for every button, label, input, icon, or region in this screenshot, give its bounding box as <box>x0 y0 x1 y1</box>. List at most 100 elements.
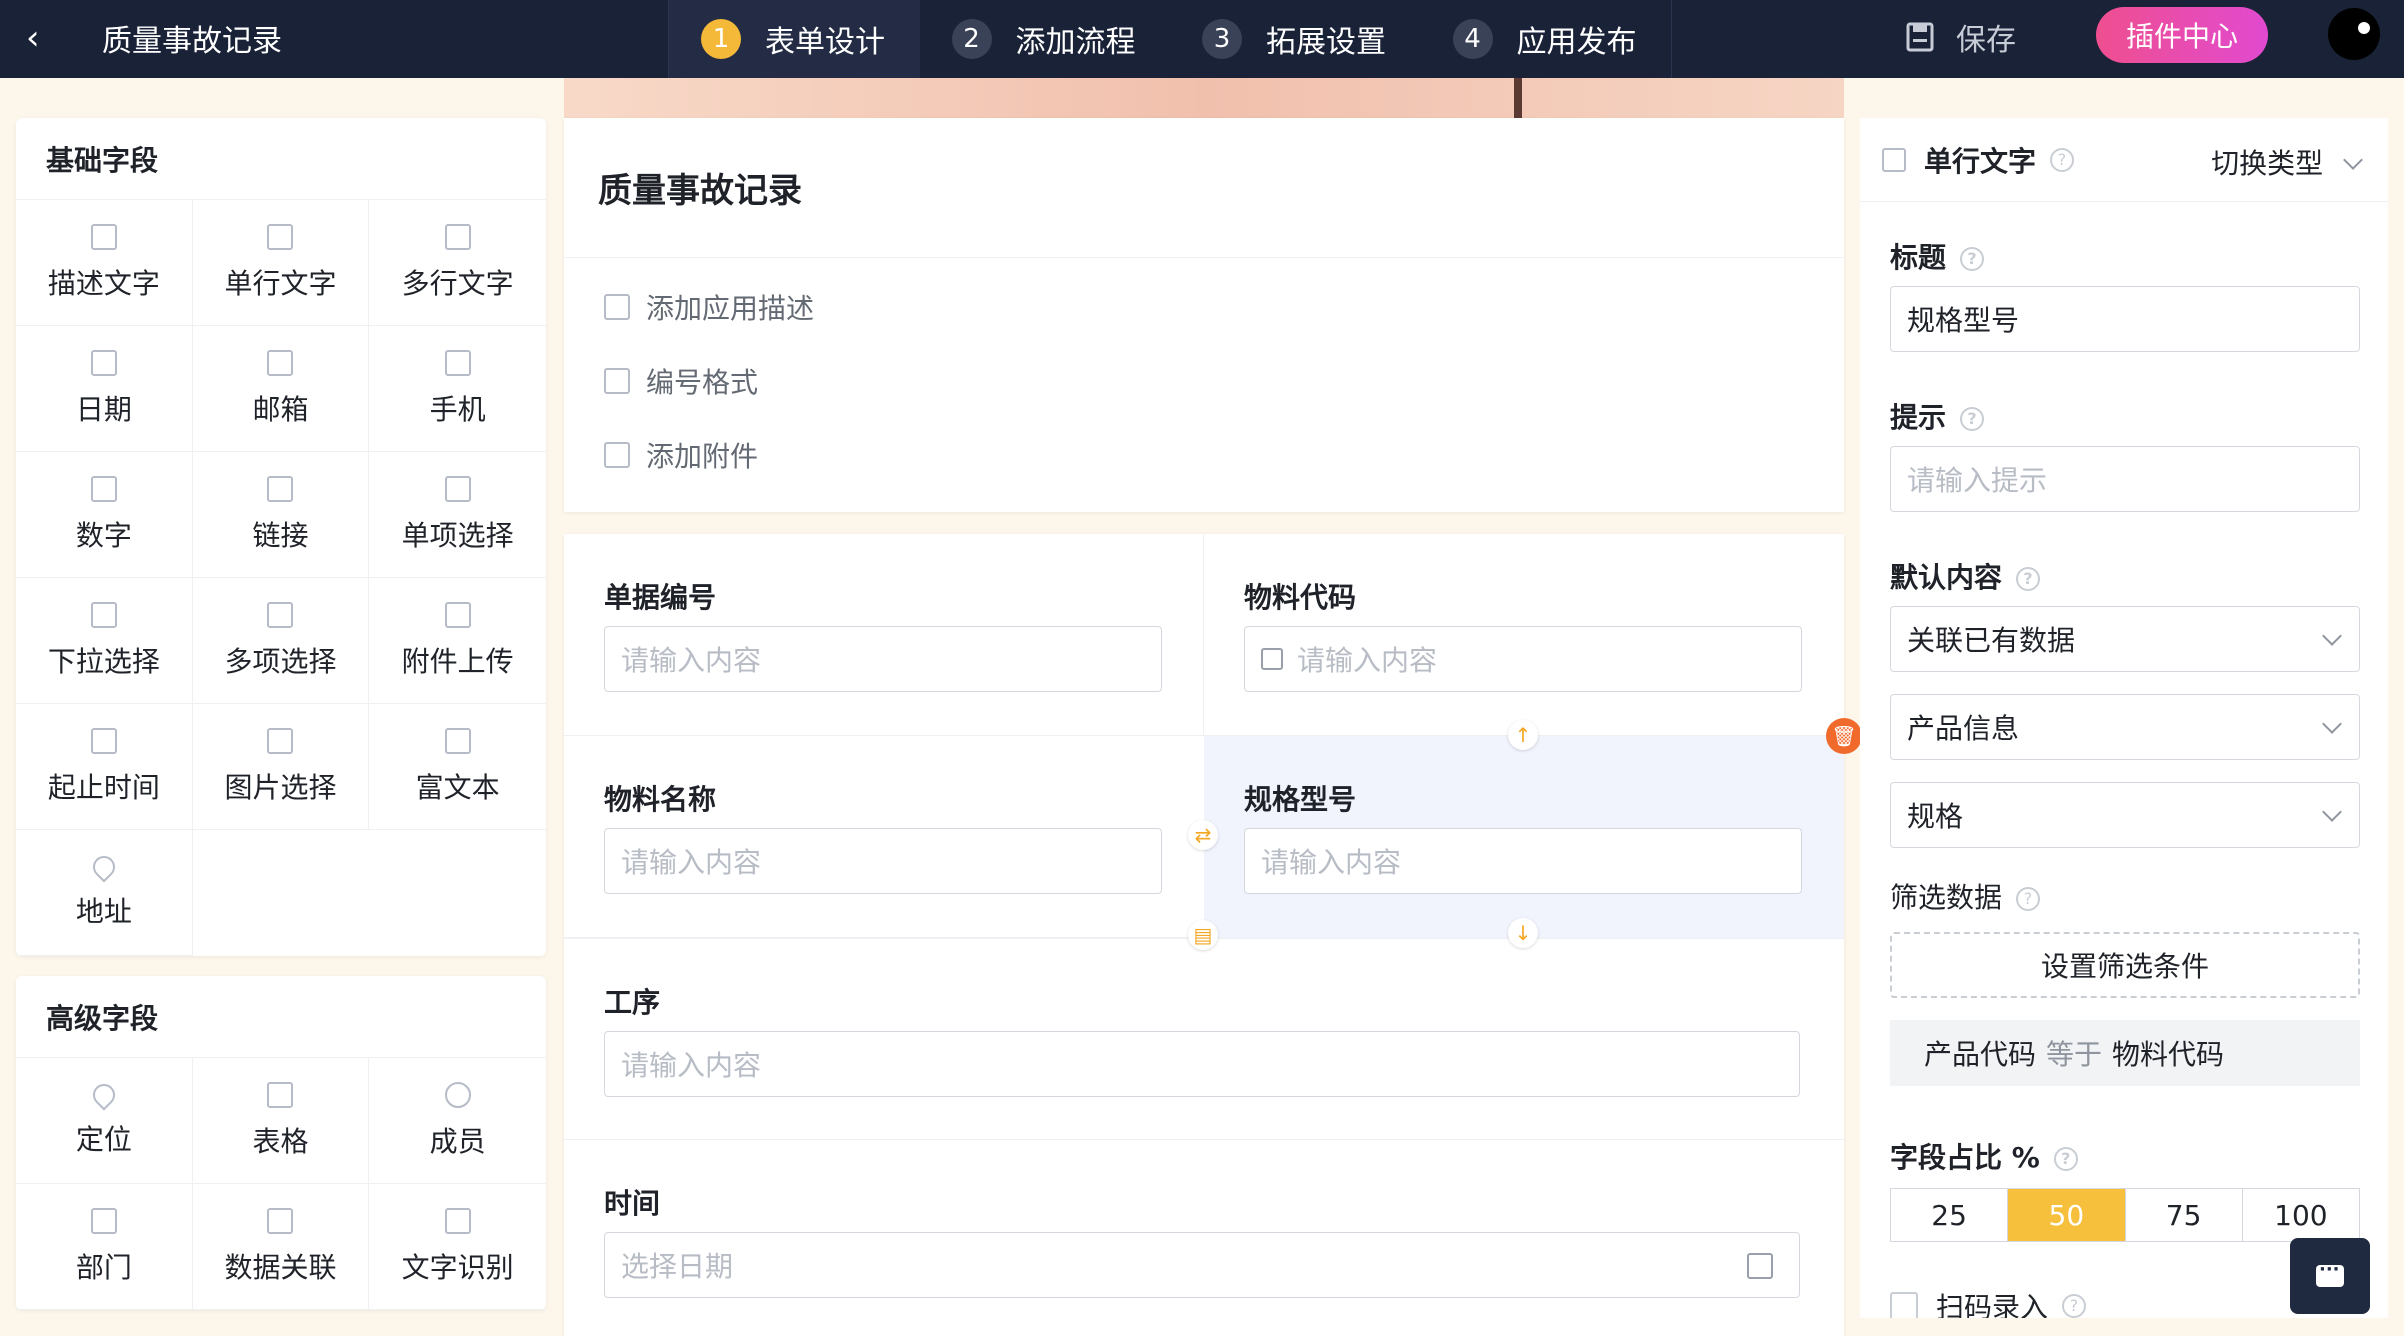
field-checkbox[interactable]: 多项选择 <box>192 578 370 704</box>
field-attachment[interactable]: 附件上传 <box>369 578 546 704</box>
field-rich-text[interactable]: 富文本 <box>369 704 546 830</box>
advanced-fields-grid: 定位 表格 成员 部门 数据关联 文字识别 <box>16 1058 546 1310</box>
field-department[interactable]: 部门 <box>16 1184 193 1310</box>
doc-number-input[interactable]: 请输入内容 <box>604 626 1162 692</box>
form-field-material-name[interactable]: 物料名称 请输入内容 <box>564 736 1204 938</box>
delete-field-button[interactable]: 🗑 <box>1826 718 1862 754</box>
field-label: 多行文字 <box>401 266 514 300</box>
number-icon <box>604 368 630 394</box>
field-table[interactable]: 表格 <box>192 1058 370 1184</box>
help-icon[interactable]: ? <box>2016 887 2041 911</box>
spec-model-input[interactable]: 请输入内容 <box>1244 828 1802 894</box>
app-title: 质量事故记录 <box>102 24 282 59</box>
checkbox-icon <box>267 601 294 628</box>
swap-button[interactable]: ⇄ <box>1188 820 1218 850</box>
filter-data-label: 筛选数据? <box>1890 876 2041 916</box>
field-email[interactable]: 邮箱 <box>192 326 370 452</box>
field-location[interactable]: 定位 <box>16 1058 193 1184</box>
process-input[interactable]: 请输入内容 <box>604 1031 1800 1097</box>
field-image[interactable]: 图片选择 <box>192 704 370 830</box>
field-time-range[interactable]: 起止时间 <box>16 704 193 830</box>
save-button[interactable]: 保存 <box>1906 12 2016 62</box>
ratio-option-25[interactable]: 25 <box>1891 1189 2009 1241</box>
field-label: 单项选择 <box>401 518 514 552</box>
avatar[interactable] <box>2328 8 2380 60</box>
tab-form-design[interactable]: 1 表单设计 <box>669 0 920 78</box>
step-label: 表单设计 <box>765 25 885 60</box>
field-description-text[interactable]: 描述文字 <box>16 200 193 326</box>
field-ratio-label: 字段占比 %? <box>1890 1136 2078 1176</box>
user-icon <box>444 1081 471 1108</box>
basic-fields-panel: 基础字段 描述文字 单行文字 多行文字 日期 邮箱 手机 数字 链接 单项选择 … <box>16 118 546 956</box>
form-field-time[interactable]: 时间 选择日期 <box>564 1140 1844 1336</box>
data-source-select[interactable]: 产品信息 <box>1890 694 2360 760</box>
field-date[interactable]: 日期 <box>16 326 193 452</box>
field-data-link[interactable]: 数据关联 <box>192 1184 370 1310</box>
ratio-option-75[interactable]: 75 <box>2126 1189 2243 1241</box>
move-down-button[interactable]: ↓ <box>1508 918 1538 948</box>
field-link[interactable]: 链接 <box>192 452 370 578</box>
chat-support-button[interactable] <box>2290 1238 2370 1314</box>
field-multi-line[interactable]: 多行文字 <box>369 200 546 326</box>
help-icon[interactable]: ? <box>2050 147 2075 172</box>
number-format-action[interactable]: 编号格式 <box>564 344 1844 418</box>
date-picker-input[interactable]: 选择日期 <box>604 1232 1800 1298</box>
tab-extend-settings[interactable]: 3 拓展设置 <box>1170 0 1421 78</box>
properties-header: 单行文字 ? 切换类型 <box>1860 118 2388 202</box>
switch-type-button[interactable]: 切换类型 <box>2211 142 2363 182</box>
material-code-input[interactable]: 请输入内容 <box>1244 626 1802 692</box>
add-description-action[interactable]: 添加应用描述 <box>564 270 1844 344</box>
ratio-option-50[interactable]: 50 <box>2008 1189 2126 1241</box>
help-icon[interactable]: ? <box>2062 1294 2087 1318</box>
field-phone[interactable]: 手机 <box>369 326 546 452</box>
help-icon[interactable]: ? <box>2016 567 2041 591</box>
form-field-spec-model[interactable]: 规格型号 请输入内容 <box>1204 736 1844 938</box>
back-icon[interactable]: ‹ <box>26 18 56 58</box>
org-tree-icon <box>90 1207 117 1234</box>
plugin-center-button[interactable]: 插件中心 <box>2096 7 2268 63</box>
field-label: 手机 <box>429 392 486 426</box>
copy-button[interactable]: ▤ <box>1188 920 1218 950</box>
add-attachment-action[interactable]: 添加附件 <box>564 418 1844 492</box>
multiline-icon <box>444 223 471 250</box>
form-title[interactable]: 质量事故记录 <box>564 118 1844 258</box>
step-number: 3 <box>1202 19 1242 59</box>
chevron-down-icon <box>2322 714 2342 734</box>
help-icon[interactable]: ? <box>2053 1147 2078 1171</box>
field-radio[interactable]: 单项选择 <box>369 452 546 578</box>
tab-publish[interactable]: 4 应用发布 <box>1421 0 1672 78</box>
form-field-material-code[interactable]: 物料代码 请输入内容 <box>1204 534 1844 736</box>
text-icon <box>267 223 294 250</box>
scan-entry-label: 扫码录入 <box>1936 1291 2049 1318</box>
material-name-input[interactable]: 请输入内容 <box>604 828 1162 894</box>
form-field-doc-number[interactable]: 单据编号 请输入内容 <box>564 534 1204 736</box>
mail-icon <box>267 349 294 376</box>
chevron-down-icon <box>2322 626 2342 646</box>
help-icon[interactable]: ? <box>1960 247 1985 271</box>
advanced-fields-title: 高级字段 <box>16 976 546 1058</box>
move-up-button[interactable]: ↑ <box>1508 720 1538 750</box>
chevron-down-icon <box>2322 802 2342 822</box>
filter-condition[interactable]: 产品代码 等于 物料代码 <box>1890 1020 2360 1086</box>
tab-add-flow[interactable]: 2 添加流程 <box>920 0 1171 78</box>
field-address[interactable]: 地址 <box>16 830 193 956</box>
field-label: 数字 <box>75 518 132 552</box>
scan-entry-checkbox[interactable] <box>1890 1292 1918 1318</box>
title-input[interactable]: 规格型号 <box>1890 286 2360 352</box>
field-member[interactable]: 成员 <box>369 1058 546 1184</box>
field-ocr[interactable]: 文字识别 <box>369 1184 546 1310</box>
default-label-text: 默认内容 <box>1890 561 2003 594</box>
source-field-select[interactable]: 规格 <box>1890 782 2360 848</box>
switch-type-label: 切换类型 <box>2211 147 2324 180</box>
set-filter-button[interactable]: 设置筛选条件 <box>1890 932 2360 998</box>
field-single-line[interactable]: 单行文字 <box>192 200 370 326</box>
field-dropdown[interactable]: 下拉选择 <box>16 578 193 704</box>
default-content-select[interactable]: 关联已有数据 <box>1890 606 2360 672</box>
form-field-process[interactable]: 工序 请输入内容 <box>564 938 1844 1140</box>
step-label: 添加流程 <box>1015 25 1136 60</box>
ratio-option-100[interactable]: 100 <box>2243 1189 2359 1241</box>
help-icon[interactable]: ? <box>1960 407 1985 431</box>
field-label: 链接 <box>252 518 309 552</box>
hint-input[interactable]: 请输入提示 <box>1890 446 2360 512</box>
field-number[interactable]: 数字 <box>16 452 193 578</box>
